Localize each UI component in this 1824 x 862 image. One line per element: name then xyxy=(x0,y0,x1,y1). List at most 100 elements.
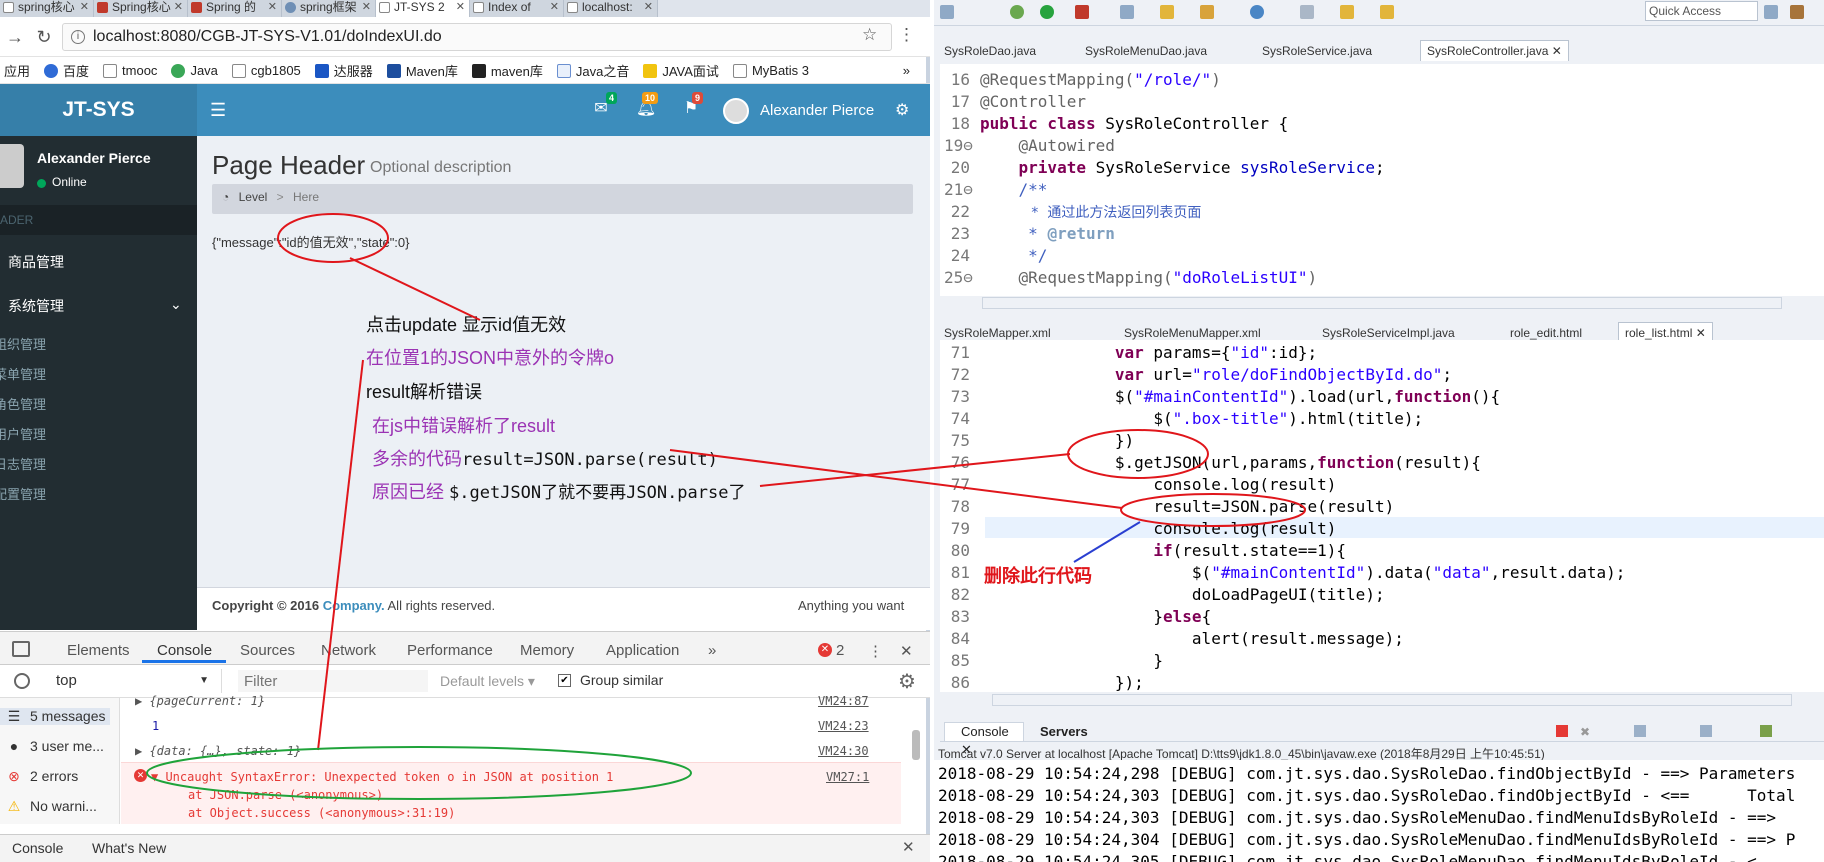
info-icon[interactable]: i xyxy=(71,30,85,44)
forward-icon[interactable] xyxy=(1380,5,1394,19)
browser-tab[interactable]: localhost: ✕ xyxy=(564,0,658,17)
quick-access-input[interactable]: Quick Access xyxy=(1645,1,1758,21)
log-source-link[interactable]: VM24:87 xyxy=(818,694,869,708)
tab-performance[interactable]: Performance xyxy=(407,642,493,659)
close-icon[interactable]: ✕ xyxy=(174,0,183,14)
console-toolbar-icon[interactable] xyxy=(1760,725,1772,737)
console-filter-input[interactable] xyxy=(238,670,428,692)
company-link[interactable]: Company. xyxy=(323,598,385,613)
log-entry[interactable]: ▶ {data: {…}, state: 1} xyxy=(135,744,301,758)
error-count[interactable]: 2 xyxy=(836,642,844,659)
more-tabs-icon[interactable]: » xyxy=(708,642,716,659)
breadcrumb-level[interactable]: Level xyxy=(239,190,268,204)
url-input[interactable]: i localhost:8080/CGB-JT-SYS-V1.01/doIndex… xyxy=(62,23,892,51)
editor-tab[interactable]: SysRoleService.java xyxy=(1262,44,1372,58)
bookmark-mybatis[interactable]: MyBatis 3 xyxy=(732,63,809,78)
error-message[interactable]: ▼ Uncaught SyntaxError: Unexpected token… xyxy=(151,770,613,784)
close-drawer-icon[interactable]: ✕ xyxy=(902,838,915,856)
run-icon[interactable] xyxy=(1040,5,1054,19)
clear-console-icon[interactable] xyxy=(14,673,30,689)
filter-user-messages[interactable]: ● 3 user me... xyxy=(6,738,104,754)
java-perspective-icon[interactable] xyxy=(1790,5,1804,19)
app-logo[interactable]: JT-SYS xyxy=(0,84,197,136)
tab-sources[interactable]: Sources xyxy=(240,642,295,659)
reload-icon[interactable]: ↻ xyxy=(33,27,55,48)
bookmark-tmooc[interactable]: tmooc xyxy=(103,63,157,78)
bookmark-star-icon[interactable]: ☆ xyxy=(862,25,877,45)
bookmark-cgb1805[interactable]: cgb1805 xyxy=(231,63,301,78)
browser-tab[interactable]: Spring核心 ✕ xyxy=(94,0,188,17)
filter-errors[interactable]: ⊗ 2 errors xyxy=(6,768,78,785)
editor-tab[interactable]: role_edit.html xyxy=(1510,326,1582,340)
devtools-menu-icon[interactable]: ⋮ xyxy=(868,642,883,660)
close-devtools-icon[interactable]: ✕ xyxy=(900,642,913,660)
editor-tab[interactable]: SysRoleMenuDao.java xyxy=(1085,44,1207,58)
close-icon[interactable]: ✕ xyxy=(362,0,371,14)
bookmark-baidu[interactable]: 百度 xyxy=(44,61,89,80)
close-icon[interactable]: ✕ xyxy=(550,0,559,14)
context-select[interactable]: top ▼ xyxy=(46,669,222,693)
close-icon[interactable]: ✕ xyxy=(1696,326,1706,340)
log-source-link[interactable]: VM24:30 xyxy=(818,744,869,758)
close-icon[interactable]: ✕ xyxy=(1552,44,1562,58)
toolbar-icon[interactable] xyxy=(1250,5,1264,19)
external-tools-icon[interactable] xyxy=(1075,5,1089,19)
tab-elements[interactable]: Elements xyxy=(67,642,130,659)
bookmarks-more[interactable]: » xyxy=(903,63,910,78)
filter-warnings[interactable]: ⚠ No warni... xyxy=(6,798,97,815)
remove-launch-icon[interactable]: ✖ xyxy=(1580,725,1592,739)
sidebar-subitem-user[interactable]: 用户管理 xyxy=(0,424,46,443)
console-toolbar-icon[interactable] xyxy=(1700,725,1712,737)
horizontal-scrollbar[interactable] xyxy=(982,297,1782,309)
filter-all-messages[interactable]: ☰ 5 messages xyxy=(0,708,110,725)
sidebar-subitem-menu[interactable]: 菜单管理 xyxy=(0,364,46,383)
perspective-icon[interactable] xyxy=(1764,5,1778,19)
avatar[interactable] xyxy=(723,98,749,124)
sidebar-item-system[interactable]: 系统管理 ⌄ xyxy=(0,296,197,316)
console-view-tab[interactable]: Console ✕ xyxy=(944,722,1024,757)
sidebar-subitem-log[interactable]: 日志管理 xyxy=(0,454,46,473)
log-levels-select[interactable]: Default levels ▾ xyxy=(440,673,535,690)
console-scrollbar[interactable] xyxy=(912,730,920,760)
close-icon[interactable]: ✕ xyxy=(644,0,653,14)
close-icon[interactable]: ✕ xyxy=(268,0,277,14)
editor-tab[interactable]: SysRoleServiceImpl.java xyxy=(1322,326,1455,340)
more-menu-icon[interactable]: ⋮ xyxy=(898,25,915,45)
console-settings-icon[interactable]: ⚙ xyxy=(898,669,916,694)
browser-tab[interactable]: Index of ✕ xyxy=(470,0,564,17)
browser-tab-active[interactable]: JT-SYS 2 ✕ xyxy=(376,0,470,17)
error-source-link[interactable]: VM27:1 xyxy=(826,770,869,784)
sidebar-subitem-role[interactable]: 角色管理 xyxy=(0,394,46,413)
editor-tab[interactable]: SysRoleMenuMapper.xml xyxy=(1124,326,1261,340)
log-entry[interactable]: ▶ {pageCurrent: 1} xyxy=(135,694,265,708)
close-icon[interactable]: ✕ xyxy=(80,0,89,14)
editor-tab-active[interactable]: SysRoleController.java ✕ xyxy=(1420,40,1569,61)
back-icon[interactable] xyxy=(1340,5,1354,19)
log-source-link[interactable]: VM24:23 xyxy=(818,719,869,733)
console-toolbar-icon[interactable] xyxy=(1634,725,1646,737)
group-similar-checkbox[interactable]: ✔ xyxy=(558,674,571,687)
tab-memory[interactable]: Memory xyxy=(520,642,574,659)
folder-icon[interactable] xyxy=(1160,5,1174,19)
close-icon[interactable]: ✕ xyxy=(456,0,465,14)
browser-tab[interactable]: spring核心 ✕ xyxy=(0,0,94,17)
bookmark-server[interactable]: 达服器 xyxy=(314,61,373,80)
toolbar-icon[interactable] xyxy=(1200,5,1214,19)
bookmark-java[interactable]: Java xyxy=(171,63,218,78)
toolbar-icon[interactable] xyxy=(940,5,954,19)
toolbar-icon[interactable] xyxy=(1120,5,1134,19)
gears-icon[interactable]: ⚙ xyxy=(895,100,909,120)
sidebar-toggle-icon[interactable]: ☰ xyxy=(210,100,226,121)
sidebar-item-product[interactable]: 商品管理 xyxy=(0,252,197,272)
bookmark-maven2[interactable]: maven库 xyxy=(471,61,543,80)
forward-icon[interactable]: → xyxy=(4,27,26,48)
drawer-tab-whats-new[interactable]: What's New xyxy=(92,840,166,856)
toolbar-icon[interactable] xyxy=(1300,5,1314,19)
debug-icon[interactable] xyxy=(1010,5,1024,19)
browser-tab[interactable]: Spring 的 ✕ xyxy=(188,0,282,17)
bookmark-apps[interactable]: 应用 xyxy=(4,61,30,80)
browser-tab[interactable]: spring框架 ✕ xyxy=(282,0,376,17)
bookmark-java-voice[interactable]: Java之音 xyxy=(556,61,629,80)
editor-tab[interactable]: SysRoleMapper.xml xyxy=(944,326,1051,340)
sidebar-subitem-config[interactable]: 配置管理 xyxy=(0,484,46,503)
